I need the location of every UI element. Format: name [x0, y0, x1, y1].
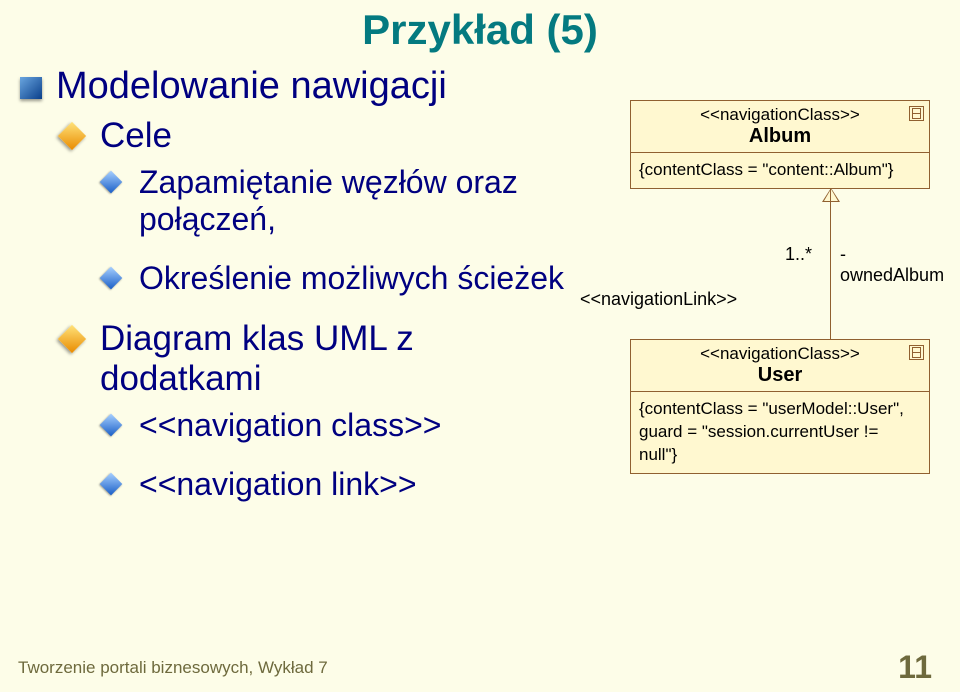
uml-stereotype: <<navigationClass>>	[639, 105, 921, 125]
bullet-list: Modelowanie nawigacji Cele Zapamiętanie …	[20, 65, 580, 525]
uml-attr-line: guard = "session.currentUser != null"}	[639, 421, 921, 467]
uml-class-attrs: {contentClass = "content::Album"}	[631, 153, 929, 188]
bullet-text: <<navigation class>>	[139, 407, 441, 444]
uml-class-attrs: {contentClass = "userModel::User", guard…	[631, 392, 929, 473]
uml-class-header: <<navigationClass>> Album	[631, 101, 929, 153]
diamond-orange-icon	[58, 122, 86, 150]
bullet-text: Modelowanie nawigacji	[56, 65, 447, 108]
diamond-blue-icon	[100, 473, 123, 496]
square-bullet-icon	[20, 77, 42, 99]
uml-class-name: Album	[639, 125, 921, 148]
footer-text: Tworzenie portali biznesowych, Wykład 7	[18, 658, 328, 678]
uml-multiplicity: 1..*	[785, 244, 812, 265]
slide-title: Przykład (5)	[0, 6, 960, 54]
bullet-l2: Diagram klas UML z dodatkami	[60, 319, 580, 399]
bullet-l3: <<navigation link>>	[100, 466, 580, 503]
bullet-text: Cele	[100, 116, 172, 156]
bullet-l1: Modelowanie nawigacji	[20, 65, 580, 108]
uml-attr-line: {contentClass = "userModel::User",	[639, 398, 921, 421]
bullet-l3: Określenie możliwych ścieżek	[100, 260, 580, 297]
bullet-text: Diagram klas UML z dodatkami	[100, 319, 580, 399]
uml-class-album: <<navigationClass>> Album {contentClass …	[630, 100, 930, 189]
page-number: 11	[898, 649, 932, 686]
uml-class-name: User	[639, 364, 921, 387]
bullet-l2: Cele	[60, 116, 580, 156]
class-corner-icon	[909, 345, 924, 360]
uml-role: -ownedAlbum	[840, 244, 944, 286]
bullet-text: Określenie możliwych ścieżek	[139, 260, 564, 297]
uml-association: 1..* -ownedAlbum <<navigationLink>>	[630, 189, 930, 339]
class-corner-icon	[909, 106, 924, 121]
assoc-arrow-icon	[824, 189, 838, 201]
bullet-text: Zapamiętanie węzłów oraz połączeń,	[139, 164, 580, 238]
diamond-blue-icon	[100, 414, 123, 437]
uml-link-stereotype: <<navigationLink>>	[580, 289, 737, 310]
bullet-text: <<navigation link>>	[139, 466, 417, 503]
uml-class-user: <<navigationClass>> User {contentClass =…	[630, 339, 930, 474]
uml-diagram: <<navigationClass>> Album {contentClass …	[570, 100, 940, 474]
diamond-blue-icon	[100, 171, 123, 194]
uml-class-header: <<navigationClass>> User	[631, 340, 929, 392]
diamond-orange-icon	[58, 325, 86, 353]
diamond-blue-icon	[100, 267, 123, 290]
bullet-l3: Zapamiętanie węzłów oraz połączeń,	[100, 164, 580, 238]
bullet-l3: <<navigation class>>	[100, 407, 580, 444]
uml-stereotype: <<navigationClass>>	[639, 344, 921, 364]
slide: Przykład (5) Modelowanie nawigacji Cele …	[0, 0, 960, 692]
assoc-line	[830, 189, 831, 339]
